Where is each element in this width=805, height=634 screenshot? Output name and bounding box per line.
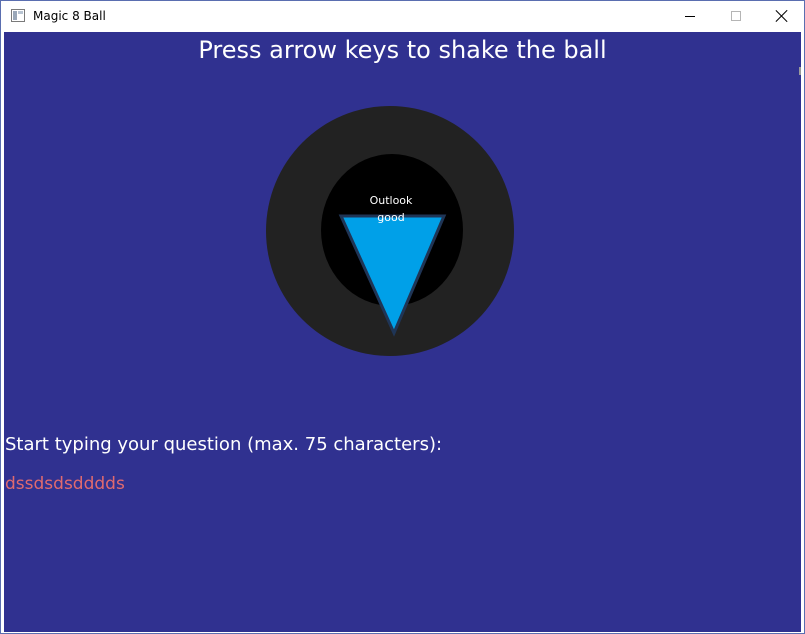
app-window: Magic 8 Ball Press arrow keys to shake t… bbox=[0, 0, 805, 634]
answer-triangle bbox=[338, 214, 447, 337]
question-input-text[interactable]: dssdsdsdddds bbox=[5, 474, 125, 494]
minimize-button[interactable] bbox=[667, 1, 713, 31]
edge-marker bbox=[799, 67, 801, 75]
window-title: Magic 8 Ball bbox=[33, 9, 106, 23]
maximize-icon bbox=[731, 11, 741, 21]
title-bar[interactable]: Magic 8 Ball bbox=[1, 1, 804, 31]
magic-8-ball: Outlook good bbox=[266, 106, 514, 356]
question-prompt: Start typing your question (max. 75 char… bbox=[5, 434, 443, 455]
maximize-button[interactable] bbox=[713, 1, 759, 31]
app-window-icon bbox=[11, 9, 25, 22]
instruction-text: Press arrow keys to shake the ball bbox=[198, 36, 607, 64]
minimize-icon bbox=[685, 16, 695, 17]
answer-text: Outlook good bbox=[356, 192, 426, 226]
close-button[interactable] bbox=[759, 1, 805, 31]
answer-line-2: good bbox=[377, 211, 405, 224]
game-canvas[interactable]: Press arrow keys to shake the ball Outlo… bbox=[4, 32, 801, 632]
close-icon bbox=[776, 10, 788, 22]
answer-line-1: Outlook bbox=[369, 194, 413, 207]
